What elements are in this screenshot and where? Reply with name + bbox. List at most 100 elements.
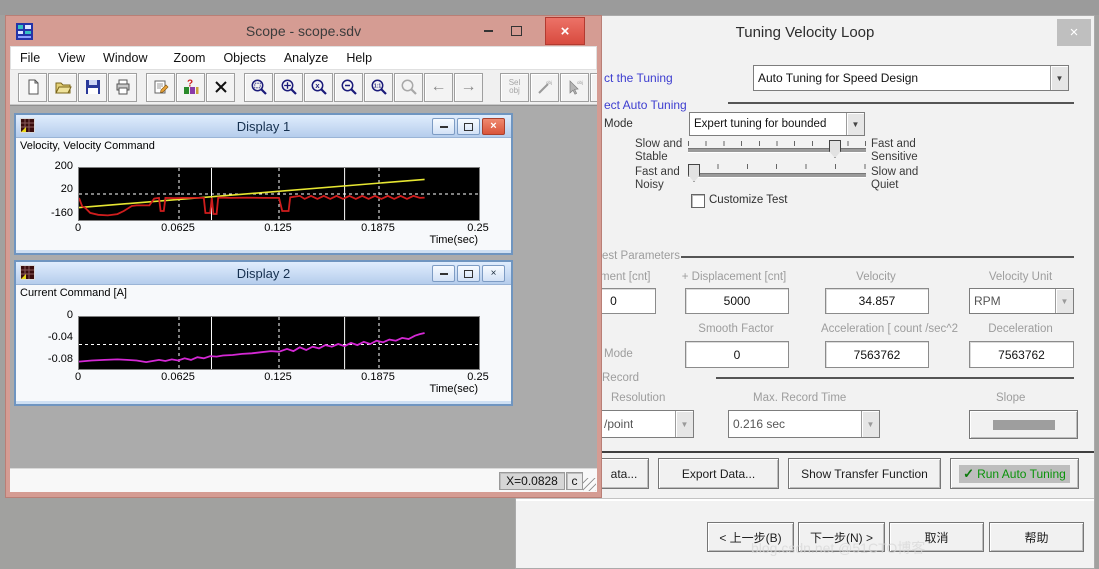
zoom-one-to-one-icon: 1:1 — [371, 79, 387, 95]
maximize-button[interactable] — [505, 20, 527, 42]
dialog-close-button[interactable]: × — [1057, 19, 1091, 46]
help-contents-button[interactable]: ? — [176, 72, 205, 102]
customize-test-checkbox[interactable] — [691, 194, 705, 208]
save-data-button[interactable]: ata... — [599, 458, 649, 489]
slider-noise-thumb[interactable] — [688, 164, 700, 182]
label-line: Sensitive — [871, 151, 918, 163]
back-button[interactable]: < 上一步(B) — [707, 522, 794, 552]
new-file-icon — [28, 79, 38, 95]
plot-area — [78, 167, 480, 221]
show-transfer-function-button[interactable]: Show Transfer Function — [788, 458, 941, 489]
label-line: Quiet — [871, 179, 899, 191]
slider-noise-right-label: Slow and Quiet — [871, 166, 918, 192]
close-button[interactable]: × — [545, 17, 585, 45]
zoom-window-button[interactable] — [244, 72, 273, 102]
new-file-button[interactable] — [18, 72, 47, 102]
button-label: 下一步(N) > — [809, 530, 873, 545]
run-auto-tuning-button[interactable]: ✓ Run Auto Tuning — [950, 458, 1079, 489]
zoom-out-button[interactable] — [334, 72, 363, 102]
zoom-window-icon — [251, 79, 267, 95]
minimize-button[interactable] — [477, 20, 499, 42]
separator — [728, 102, 1074, 104]
tuning-mode-combobox[interactable]: Expert tuning for bounded ▼ — [689, 112, 865, 136]
menu-objects[interactable]: Objects — [214, 51, 274, 65]
menu-window[interactable]: Window — [94, 51, 156, 65]
scope-titlebar[interactable]: Scope - scope.sdv × — [10, 16, 597, 46]
slider-noise-track[interactable] — [688, 173, 866, 178]
scope-toolbar: ? x 1:1 ← → Sel obj obj obj ? — [10, 70, 597, 105]
minimize-button[interactable] — [432, 118, 455, 135]
menu-zoom[interactable]: Zoom — [165, 51, 215, 65]
help-button[interactable]: 帮助 — [989, 522, 1084, 552]
resolution-combobox[interactable]: /point ▼ — [599, 410, 694, 438]
chevron-down-icon[interactable]: ▼ — [675, 411, 693, 437]
slope-bar-icon — [992, 419, 1055, 430]
delete-button[interactable] — [206, 72, 235, 102]
resize-grip[interactable] — [583, 478, 596, 491]
slider-speed-thumb[interactable] — [829, 140, 841, 158]
pan-right-button[interactable]: → — [454, 72, 483, 102]
save-icon — [85, 80, 100, 94]
zoom-fit-button[interactable] — [274, 72, 303, 102]
menu-view[interactable]: View — [49, 51, 94, 65]
restore-button[interactable] — [457, 265, 480, 282]
chevron-down-icon[interactable]: ▼ — [861, 411, 879, 437]
menu-file[interactable]: File — [11, 51, 49, 65]
save-button[interactable] — [78, 72, 107, 102]
display1-window: Display 1 × Velocity, Velocity Command T… — [14, 113, 513, 255]
display2-titlebar[interactable]: Display 2 × — [16, 262, 511, 285]
velocity-unit-combobox[interactable]: RPM ▼ — [969, 288, 1074, 314]
print-icon — [116, 79, 129, 95]
chevron-down-icon[interactable]: ▼ — [1050, 66, 1068, 90]
cancel-button[interactable]: 取消 — [889, 522, 984, 552]
properties-button[interactable] — [146, 72, 175, 102]
display2-window: Display 2 × Current Command [A] Time(sec… — [14, 260, 513, 406]
arrow-right-icon: → — [460, 78, 477, 95]
field-value: 34.857 — [858, 294, 896, 308]
deceleration-label: Deceleration — [988, 323, 1053, 335]
slope-button[interactable] — [969, 410, 1078, 439]
max-record-time-value: 0.216 sec — [733, 417, 786, 431]
restore-button[interactable] — [457, 118, 480, 135]
y-tick-label: -0.04 — [47, 331, 73, 343]
field-value: 0 — [610, 294, 617, 308]
group-line — [716, 377, 1074, 379]
field-value: 7563762 — [853, 347, 901, 362]
next-button[interactable]: 下一步(N) > — [798, 522, 885, 552]
open-file-button[interactable] — [48, 72, 77, 102]
displacement-plus-label: + Displacement [cnt] — [681, 271, 787, 283]
acceleration-field[interactable]: 7563762 — [825, 341, 929, 368]
export-data-button[interactable]: Export Data... — [658, 458, 779, 489]
displacement-plus-field[interactable]: 5000 — [685, 288, 789, 314]
zoom-previous-icon — [401, 79, 417, 95]
zoom-previous-button — [394, 72, 423, 102]
velocity-field[interactable]: 34.857 — [825, 288, 929, 314]
tuning-method-combobox[interactable]: Auto Tuning for Speed Design ▼ — [753, 65, 1069, 91]
zoom-x-button[interactable]: x — [304, 72, 333, 102]
minimize-icon — [483, 30, 493, 32]
button-label: ata... — [610, 466, 638, 481]
menu-help[interactable]: Help — [337, 51, 381, 65]
x-tick-label: 0 — [74, 371, 82, 383]
acceleration-label: Acceleration [ count /sec^2 — [821, 323, 959, 335]
slider-noise-left-label: Fast and Noisy — [635, 166, 680, 192]
menu-analyze[interactable]: Analyze — [275, 51, 337, 65]
max-record-time-combobox[interactable]: 0.216 sec ▼ — [728, 410, 880, 438]
deceleration-field[interactable]: 7563762 — [969, 341, 1074, 368]
zoom-fit-icon — [281, 79, 297, 95]
smooth-factor-field[interactable]: 0 — [685, 341, 789, 368]
chevron-down-icon[interactable]: ▼ — [1055, 289, 1073, 313]
display1-titlebar[interactable]: Display 1 × — [16, 115, 511, 138]
select-object-button: Sel obj — [500, 72, 529, 102]
edit-object-icon: obj — [537, 80, 552, 94]
zoom-one-to-one-button[interactable]: 1:1 — [364, 72, 393, 102]
minimize-button[interactable] — [432, 265, 455, 282]
close-button[interactable]: × — [482, 118, 505, 135]
delete-x-icon — [214, 81, 227, 93]
close-button[interactable]: × — [482, 265, 505, 282]
button-label: < 上一步(B) — [719, 530, 782, 545]
chevron-down-icon[interactable]: ▼ — [846, 113, 864, 135]
edit-object-button: obj — [530, 72, 559, 102]
print-button[interactable] — [108, 72, 137, 102]
pan-left-button[interactable]: ← — [424, 72, 453, 102]
